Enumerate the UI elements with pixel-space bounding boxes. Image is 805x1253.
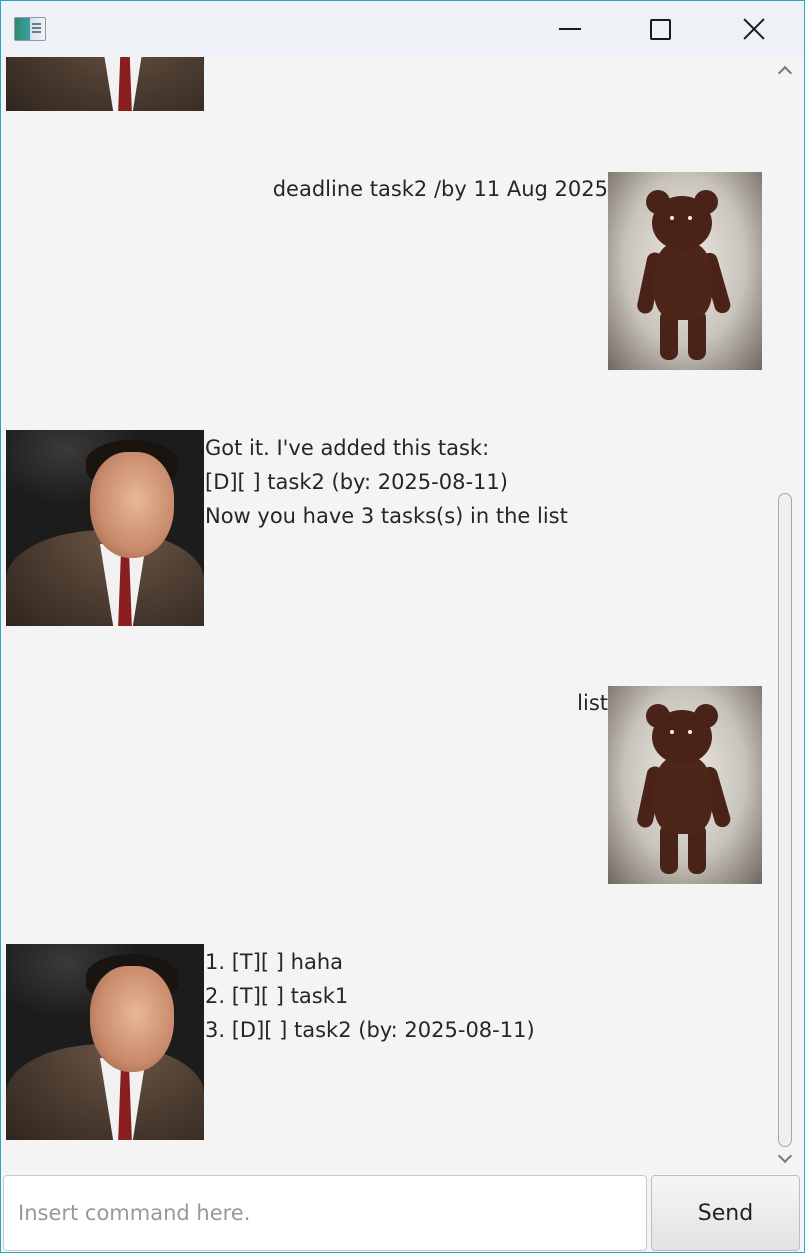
scrollbar-thumb[interactable]	[778, 493, 792, 1147]
command-input[interactable]	[3, 1175, 647, 1251]
maximize-icon	[649, 18, 671, 40]
bot-dialog-row: Got it. I've added this task: [D][ ] tas…	[1, 429, 774, 629]
chevron-up-icon	[777, 65, 793, 80]
bot-message-line: Now you have 3 tasks(s) in the list	[205, 504, 568, 528]
send-button[interactable]: Send	[651, 1175, 800, 1251]
user-dialog-row: deadline task2 /by 11 Aug 2025	[1, 171, 774, 371]
minimize-button[interactable]	[524, 1, 616, 57]
app-window: deadline task2 /by 11 Aug 2025 Got it. I…	[0, 0, 805, 1253]
scroll-up-button[interactable]	[777, 63, 793, 80]
bot-message-line: 1. [T][ ] haha	[205, 950, 344, 974]
bot-dialog-row: 1. [T][ ] haha 2. [T][ ] task1 3. [D][ ]…	[1, 943, 774, 1143]
chevron-down-icon	[777, 1148, 793, 1163]
bot-avatar	[6, 57, 204, 111]
user-dialog-row: list	[1, 685, 774, 885]
close-button[interactable]	[708, 1, 800, 57]
teddy-bear-avatar	[608, 172, 762, 370]
bot-message-line: 3. [D][ ] task2 (by: 2025-08-11)	[205, 1018, 535, 1042]
input-bar: Send	[1, 1171, 804, 1252]
man-in-suit-avatar	[6, 944, 204, 1140]
user-message-text: deadline task2 /by 11 Aug 2025	[272, 177, 608, 201]
close-icon	[742, 17, 766, 41]
bot-message-line: 2. [T][ ] task1	[205, 984, 349, 1008]
teddy-bear-avatar	[608, 686, 762, 884]
chat-scroll-pane[interactable]: deadline task2 /by 11 Aug 2025 Got it. I…	[1, 57, 774, 1171]
minimize-icon	[559, 28, 581, 30]
scroll-down-button[interactable]	[777, 1148, 793, 1165]
app-icon	[14, 17, 46, 41]
title-bar[interactable]	[1, 1, 804, 57]
vertical-scrollbar[interactable]	[774, 57, 798, 1171]
user-message-text: list	[577, 691, 608, 715]
bot-message-line: Got it. I've added this task:	[205, 436, 490, 460]
bot-message-line: [D][ ] task2 (by: 2025-08-11)	[205, 470, 508, 494]
man-in-suit-avatar	[6, 430, 204, 626]
maximize-button[interactable]	[614, 1, 706, 57]
